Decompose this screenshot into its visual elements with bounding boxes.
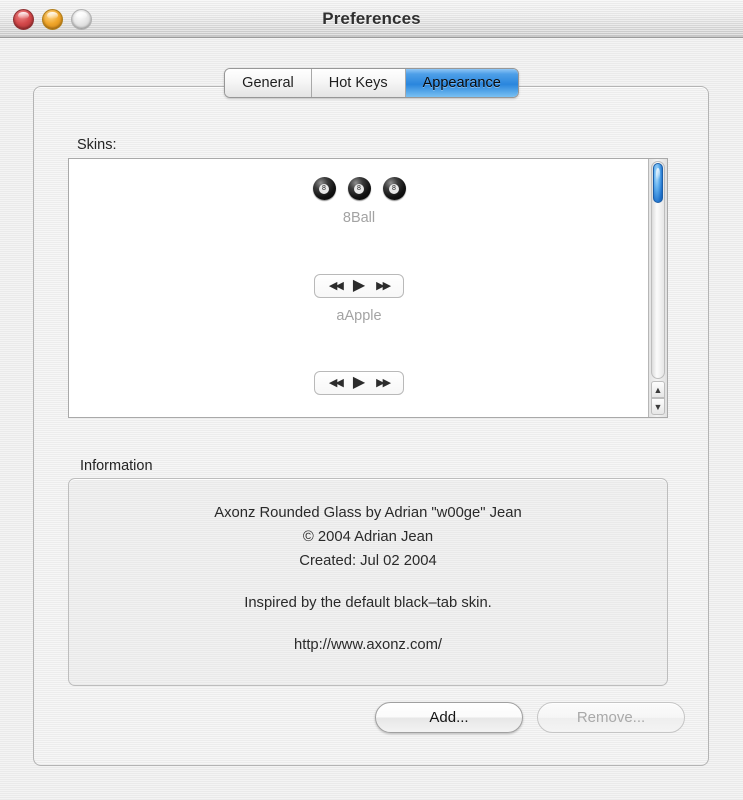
eight-ball-icon — [347, 177, 371, 200]
preferences-window: Preferences General Hot Keys Appearance … — [0, 0, 743, 800]
skins-list[interactable]: 8Ball ◀◀ ▶ ▶▶ aApple ◀◀ ▶ ▶▶ — [68, 158, 668, 418]
window-titlebar: Preferences — [0, 0, 743, 38]
info-copyright: © 2004 Adrian Jean — [302, 529, 434, 545]
tab-appearance[interactable]: Appearance — [405, 69, 518, 97]
information-label: Information — [80, 458, 153, 474]
tab-bar: General Hot Keys Appearance — [0, 68, 743, 98]
rewind-icon: ◀◀ — [328, 376, 344, 389]
close-button-icon[interactable] — [13, 9, 34, 30]
add-button[interactable]: Add... — [375, 702, 523, 733]
eight-ball-icon — [382, 177, 406, 200]
transport-preview-icon: ◀◀ ▶ ▶▶ — [314, 274, 404, 298]
transport-preview-icon: ◀◀ ▶ ▶▶ — [314, 371, 404, 395]
eight-ball-preview-icon — [69, 177, 649, 200]
button-bar: Add... Remove... — [0, 702, 743, 733]
play-icon: ▶ — [352, 374, 366, 391]
minimize-button-icon[interactable] — [42, 9, 63, 30]
list-item[interactable]: ◀◀ ▶ ▶▶ aApple — [69, 274, 649, 324]
rewind-icon: ◀◀ — [328, 279, 344, 292]
info-note: Inspired by the default black–tab skin. — [244, 595, 492, 611]
window-title: Preferences — [322, 8, 421, 28]
skin-name: aApple — [336, 308, 382, 324]
skins-list-content: 8Ball ◀◀ ▶ ▶▶ aApple ◀◀ ▶ ▶▶ — [69, 159, 649, 417]
remove-button: Remove... — [537, 702, 685, 733]
fast-forward-icon: ▶▶ — [376, 279, 391, 292]
info-url[interactable]: http://www.axonz.com/ — [294, 633, 442, 657]
information-panel: Axonz Rounded Glass by Adrian "w00ge" Je… — [68, 478, 668, 686]
tab-hot-keys[interactable]: Hot Keys — [311, 69, 406, 97]
window-controls — [13, 9, 92, 30]
tab-general[interactable]: General — [225, 69, 312, 97]
skin-name: 8Ball — [342, 210, 376, 226]
skins-list-scrollbar[interactable]: ▲ ▼ — [648, 159, 667, 417]
info-created-date: Created: Jul 02 2004 — [299, 553, 437, 569]
info-skin-title: Axonz Rounded Glass by Adrian "w00ge" Je… — [214, 505, 522, 521]
zoom-button-icon[interactable] — [71, 9, 92, 30]
scrollbar-thumb[interactable] — [653, 163, 663, 203]
eight-ball-icon — [312, 177, 336, 200]
list-item[interactable]: 8Ball — [69, 177, 649, 226]
scrollbar-track[interactable] — [651, 161, 665, 379]
list-item[interactable]: ◀◀ ▶ ▶▶ — [69, 371, 649, 405]
play-icon: ▶ — [352, 277, 366, 294]
skins-label: Skins: — [77, 137, 117, 153]
fast-forward-icon: ▶▶ — [376, 376, 391, 389]
scroll-up-arrow-icon[interactable]: ▲ — [651, 381, 665, 398]
scroll-down-arrow-icon[interactable]: ▼ — [651, 398, 665, 415]
